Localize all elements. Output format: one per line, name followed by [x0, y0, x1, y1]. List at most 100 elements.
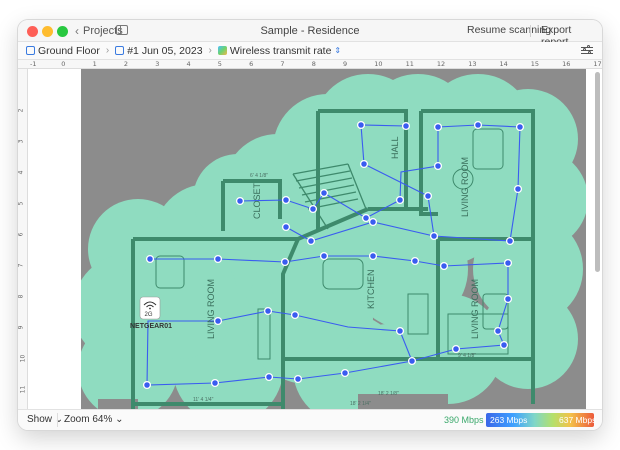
- survey-point[interactable]: [319, 188, 329, 198]
- dimension-label: 9' 4 1/8": [458, 353, 476, 359]
- legend-low-label: 263 Mbps: [490, 415, 528, 425]
- survey-point[interactable]: [503, 258, 513, 268]
- chevron-down-icon: ⌄: [115, 414, 124, 425]
- floor-icon: [26, 46, 35, 55]
- survey-point[interactable]: [503, 294, 513, 304]
- survey-point[interactable]: [451, 344, 461, 354]
- ruler-tick-label: 9: [18, 325, 25, 330]
- survey-point[interactable]: [401, 121, 411, 131]
- ruler-tick-label: 0: [61, 60, 66, 68]
- floor-label: Ground Floor: [38, 44, 100, 57]
- survey-point[interactable]: [210, 378, 220, 388]
- survey-point[interactable]: [395, 326, 405, 336]
- survey-point[interactable]: [145, 254, 155, 264]
- ap-name-label: NETGEAR01: [130, 323, 172, 330]
- breadcrumb: Ground Floor › #1 Jun 05, 2023 › Wireles…: [18, 42, 602, 60]
- survey-point[interactable]: [493, 326, 503, 336]
- survey-point[interactable]: [359, 159, 369, 169]
- dimension-label: 18' 2 1/4": [350, 401, 371, 407]
- dimension-label: 11' 4 1/4": [193, 397, 214, 403]
- ruler-tick-label: 8: [311, 60, 316, 68]
- survey-label: #1 Jun 05, 2023: [127, 44, 203, 57]
- survey-point[interactable]: [308, 204, 318, 214]
- survey-point[interactable]: [235, 196, 245, 206]
- survey-point[interactable]: [263, 306, 273, 316]
- survey-point[interactable]: [264, 372, 274, 382]
- chevron-right-icon: ›: [208, 45, 212, 56]
- floorplan-svg: LIVING ROOM KITCHEN LIVING ROOM LIVING R…: [81, 69, 586, 409]
- survey-point[interactable]: [410, 256, 420, 266]
- survey-point[interactable]: [306, 236, 316, 246]
- legend-high-label: 637 Mbps: [559, 415, 597, 425]
- ap-band-label: 2G: [145, 312, 153, 318]
- survey-point[interactable]: [356, 120, 366, 130]
- status-bar: Show ⌄ Zoom 64% ⌄ 390 Mbps 263 Mbps 637 …: [18, 409, 602, 430]
- survey-point[interactable]: [368, 251, 378, 261]
- dimension-label: 18' 2 1/8": [378, 391, 399, 397]
- survey-point[interactable]: [213, 254, 223, 264]
- ruler-tick-label: 14: [499, 60, 508, 68]
- room-label-living-room-3: LIVING ROOM: [470, 279, 480, 339]
- survey-point[interactable]: [429, 231, 439, 241]
- vertical-ruler: 23456789101112: [18, 69, 28, 409]
- room-label-living-room-2: LIVING ROOM: [460, 157, 470, 217]
- ruler-tick-label: 3: [18, 139, 25, 144]
- view-options-icon[interactable]: [581, 45, 593, 56]
- survey-point[interactable]: [290, 310, 300, 320]
- survey-point[interactable]: [407, 356, 417, 366]
- survey-point[interactable]: [340, 368, 350, 378]
- survey-point[interactable]: [473, 120, 483, 130]
- survey-point[interactable]: [433, 122, 443, 132]
- ruler-tick-label: 13: [468, 60, 477, 68]
- breadcrumb-survey[interactable]: #1 Jun 05, 2023: [115, 44, 203, 57]
- room-label-hall: HALL: [390, 136, 400, 159]
- ruler-tick-label: 10: [374, 60, 383, 68]
- survey-point[interactable]: [439, 261, 449, 271]
- survey-point[interactable]: [513, 184, 523, 194]
- ruler-tick-label: 7: [18, 263, 25, 268]
- layer-selector[interactable]: Wireless transmit rate ⇕: [217, 44, 342, 57]
- survey-point[interactable]: [281, 195, 291, 205]
- survey-point[interactable]: [505, 236, 515, 246]
- layer-label: Wireless transmit rate: [229, 44, 332, 57]
- ruler-tick-label: -1: [30, 60, 37, 68]
- chevron-right-icon: ›: [105, 45, 110, 56]
- heatmap-layer-icon: [217, 46, 227, 55]
- title-bar: ‹ Projects Sample - Residence Resume sca…: [18, 20, 602, 48]
- survey-point[interactable]: [319, 251, 329, 261]
- app-window: ‹ Projects Sample - Residence Resume sca…: [18, 20, 602, 430]
- ruler-tick-label: 8: [18, 294, 25, 299]
- vertical-scrollbar[interactable]: [595, 72, 600, 272]
- breadcrumb-floor[interactable]: Ground Floor: [26, 45, 100, 57]
- survey-point[interactable]: [293, 374, 303, 384]
- zoom-label: Zoom 64%: [64, 414, 113, 425]
- survey-point[interactable]: [361, 213, 371, 223]
- survey-icon: [115, 46, 125, 55]
- survey-point[interactable]: [433, 161, 443, 171]
- survey-point[interactable]: [368, 217, 378, 227]
- updown-chevron-icon: ⇕: [334, 46, 342, 55]
- ruler-tick-label: 2: [18, 108, 25, 113]
- survey-point[interactable]: [423, 191, 433, 201]
- zoom-menu-button[interactable]: Zoom 64% ⌄: [64, 414, 124, 425]
- ruler-tick-label: 11: [405, 60, 414, 68]
- survey-point[interactable]: [280, 257, 290, 267]
- ruler-tick-label: 2: [123, 60, 129, 68]
- ruler-tick-label: 7: [280, 60, 285, 68]
- ruler-tick-label: 5: [18, 201, 25, 206]
- survey-point[interactable]: [142, 380, 152, 390]
- ruler-tick-label: 4: [186, 60, 191, 68]
- survey-point[interactable]: [499, 340, 509, 350]
- toolbar-divider: [530, 25, 531, 37]
- ruler-tick-label: 15: [530, 60, 540, 68]
- survey-point[interactable]: [395, 195, 405, 205]
- room-label-closet: CLOSET: [252, 182, 262, 219]
- survey-point[interactable]: [281, 222, 291, 232]
- floorplan-canvas[interactable]: LIVING ROOM KITCHEN LIVING ROOM LIVING R…: [28, 69, 602, 409]
- room-label-living-room: LIVING ROOM: [206, 279, 216, 339]
- horizontal-ruler: -1 0 1 2 3 4 5 6 7 8 9 10 11 12 13 14 15 16 17: [18, 60, 602, 69]
- survey-point[interactable]: [515, 122, 525, 132]
- status-divider: [57, 413, 58, 427]
- ruler-tick-label: 6: [18, 232, 25, 237]
- ruler-tick-label: 4: [18, 170, 25, 175]
